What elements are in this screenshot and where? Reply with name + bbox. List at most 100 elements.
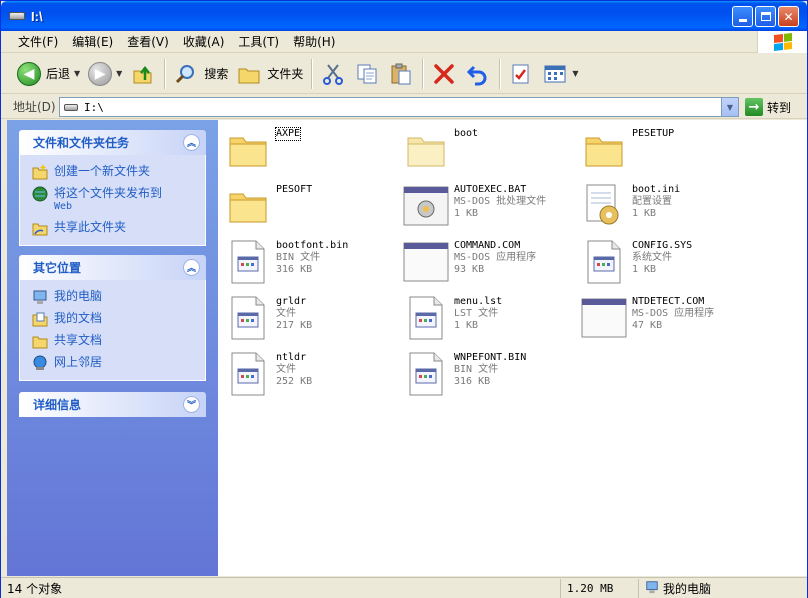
place-label: 我的文档: [54, 311, 103, 325]
generic-file-icon: [580, 238, 628, 286]
place-shared-documents[interactable]: 共享文档: [20, 330, 205, 352]
place-my-computer[interactable]: 我的电脑: [20, 286, 205, 308]
file-type: MS-DOS 批处理文件: [454, 196, 547, 207]
task-share-folder[interactable]: 共享此文件夹: [20, 217, 205, 239]
file-name: WNPEFONT.BIN: [454, 352, 527, 363]
file-item[interactable]: menu.lst LST 文件 1 KB: [402, 294, 578, 346]
file-type: BIN 文件: [454, 364, 499, 375]
file-name: AUTOEXEC.BAT: [454, 184, 527, 195]
folders-label: 文件夹: [267, 67, 304, 81]
file-item[interactable]: WNPEFONT.BIN BIN 文件 316 KB: [402, 350, 578, 402]
address-dropdown-icon[interactable]: ▼: [721, 98, 738, 116]
status-location: 我的电脑: [639, 579, 805, 598]
views-button[interactable]: ▼: [538, 58, 582, 90]
drive-icon: [64, 103, 78, 111]
panel-title: 文件和文件夹任务: [33, 136, 130, 150]
menu-tools[interactable]: 工具(T): [231, 33, 286, 50]
file-item[interactable]: AXPE: [224, 126, 400, 178]
status-size: 1.20 MB: [561, 578, 639, 598]
menu-help[interactable]: 帮助(H): [286, 33, 342, 50]
drive-icon: [9, 10, 25, 22]
back-button[interactable]: ◀ 后退 ▼: [13, 58, 84, 90]
task-pane: 文件和文件夹任务 ︽ 创建一个新文件夹 将这个文件夹发布到 Web 共享此文件夹…: [7, 120, 218, 576]
file-item[interactable]: PESOFT: [224, 182, 400, 234]
task-label: 创建一个新文件夹: [54, 164, 151, 178]
file-item[interactable]: grldr 文件 217 KB: [224, 294, 400, 346]
file-item[interactable]: ntldr 文件 252 KB: [224, 350, 400, 402]
address-value: I:\: [84, 100, 104, 114]
file-item[interactable]: COMMAND.COM MS-DOS 应用程序 93 KB: [402, 238, 578, 290]
file-type: MS-DOS 应用程序: [454, 252, 537, 263]
file-name: NTDETECT.COM: [632, 296, 705, 307]
file-item[interactable]: bootfont.bin BIN 文件 316 KB: [224, 238, 400, 290]
folders-button[interactable]: 文件夹: [232, 58, 307, 90]
close-button[interactable]: ✕: [778, 6, 799, 27]
task-new-folder[interactable]: 创建一个新文件夹: [20, 161, 205, 183]
task-label: 共享此文件夹: [54, 220, 127, 234]
file-item[interactable]: boot.ini 配置设置 1 KB: [580, 182, 756, 234]
folder-icon: [224, 182, 272, 230]
file-size: 93 KB: [454, 264, 485, 275]
search-label: 搜索: [204, 67, 229, 81]
address-input[interactable]: I:\ ▼: [59, 97, 739, 117]
file-item[interactable]: boot: [402, 126, 578, 178]
file-text: AUTOEXEC.BAT MS-DOS 批处理文件 1 KB: [454, 182, 546, 234]
task-publish-web[interactable]: 将这个文件夹发布到 Web: [20, 183, 205, 217]
copy-button[interactable]: [350, 58, 384, 90]
file-text: CONFIG.SYS 系统文件 1 KB: [632, 238, 692, 290]
toolbar-separator: [311, 58, 313, 89]
menu-edit[interactable]: 编辑(E): [65, 33, 120, 50]
file-size: 316 KB: [276, 264, 313, 275]
status-location-label: 我的电脑: [663, 581, 712, 596]
forward-button[interactable]: ▶ ▼: [84, 58, 126, 90]
file-size: 252 KB: [276, 376, 313, 387]
task-label: 将这个文件夹发布到: [54, 186, 163, 200]
other-places-header[interactable]: 其它位置 ︽: [19, 255, 206, 280]
undo-button[interactable]: [461, 58, 495, 90]
file-size: 1 KB: [632, 264, 657, 275]
up-button[interactable]: [126, 58, 160, 90]
dos-app-icon: [402, 238, 450, 286]
file-item[interactable]: NTDETECT.COM MS-DOS 应用程序 47 KB: [580, 294, 756, 346]
folders-icon: [236, 61, 262, 87]
file-item[interactable]: PESETUP: [580, 126, 756, 178]
new-folder-icon: [32, 164, 48, 180]
properties-button[interactable]: [504, 58, 538, 90]
folder-icon: [224, 126, 272, 174]
menu-favorites[interactable]: 收藏(A): [176, 33, 232, 50]
collapse-up-icon[interactable]: ︽: [183, 134, 200, 151]
back-dropdown-icon[interactable]: ▼: [74, 69, 80, 78]
menu-view[interactable]: 查看(V): [120, 33, 176, 50]
expand-down-icon[interactable]: ︾: [183, 396, 200, 413]
file-item[interactable]: AUTOEXEC.BAT MS-DOS 批处理文件 1 KB: [402, 182, 578, 234]
generic-file-icon: [224, 294, 272, 342]
search-button[interactable]: 搜索: [169, 58, 232, 90]
file-text: boot: [454, 126, 478, 178]
file-size: 316 KB: [454, 376, 491, 387]
file-tasks-header[interactable]: 文件和文件夹任务 ︽: [19, 130, 206, 155]
panel-title: 其它位置: [33, 261, 82, 275]
delete-button[interactable]: [427, 58, 461, 90]
views-dropdown-icon[interactable]: ▼: [572, 69, 578, 78]
file-text: WNPEFONT.BIN BIN 文件 316 KB: [454, 350, 526, 402]
file-text: NTDETECT.COM MS-DOS 应用程序 47 KB: [632, 294, 714, 346]
back-label: 后退: [46, 67, 71, 81]
minimize-button[interactable]: [732, 6, 753, 27]
cut-button[interactable]: [316, 58, 350, 90]
dos-app-icon: [580, 294, 628, 342]
menu-file[interactable]: 文件(F): [11, 33, 65, 50]
go-button[interactable]: → 转到: [745, 98, 791, 116]
maximize-button[interactable]: [755, 6, 776, 27]
file-type: 文件: [276, 308, 296, 319]
place-my-documents[interactable]: 我的文档: [20, 308, 205, 330]
file-text: boot.ini 配置设置 1 KB: [632, 182, 680, 234]
paste-button[interactable]: [384, 58, 418, 90]
forward-dropdown-icon[interactable]: ▼: [116, 69, 122, 78]
file-text: bootfont.bin BIN 文件 316 KB: [276, 238, 348, 290]
file-item[interactable]: CONFIG.SYS 系统文件 1 KB: [580, 238, 756, 290]
scissors-icon: [320, 61, 346, 87]
place-network[interactable]: 网上邻居: [20, 352, 205, 374]
title-bar[interactable]: I:\ ✕: [1, 1, 807, 31]
collapse-up-icon[interactable]: ︽: [183, 259, 200, 276]
details-header[interactable]: 详细信息 ︾: [19, 392, 206, 417]
